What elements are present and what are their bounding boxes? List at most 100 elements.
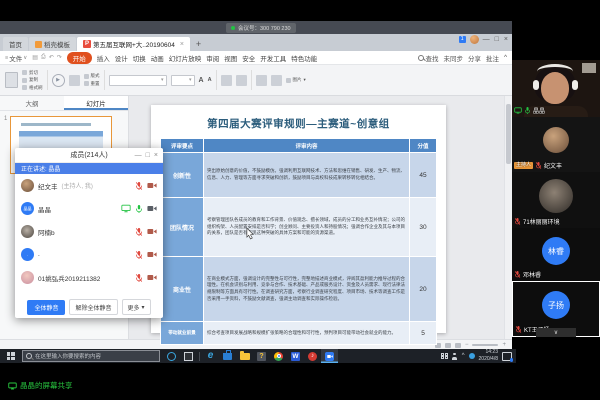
member-row[interactable]: 晶晶 晶晶: [15, 197, 163, 220]
new-tab-button[interactable]: +: [191, 37, 206, 51]
share-button[interactable]: 分享: [468, 53, 481, 63]
menu-transition[interactable]: 切换: [133, 53, 146, 63]
find-button[interactable]: 查找: [418, 53, 438, 63]
edge-button[interactable]: e: [202, 349, 219, 363]
screen-share-icon[interactable]: [121, 204, 131, 213]
menu-review[interactable]: 审阅: [206, 53, 219, 63]
menu-file[interactable]: ≡ 文件 ∨: [5, 53, 27, 63]
new-slide-icon[interactable]: [69, 75, 80, 86]
menu-view[interactable]: 视图: [224, 53, 237, 63]
menu-home[interactable]: 开始: [67, 52, 92, 64]
reset-button[interactable]: 重置: [84, 81, 100, 87]
file-explorer-button[interactable]: [236, 349, 253, 363]
camera-off-icon[interactable]: [147, 228, 157, 235]
menu-design[interactable]: 设计: [115, 53, 128, 63]
tray-expand-icon[interactable]: ^: [462, 353, 465, 359]
maximize-button[interactable]: □: [495, 36, 499, 43]
tab-document[interactable]: P 第五届互联网+大..20190604 ×: [77, 37, 190, 51]
tab-close-icon[interactable]: ×: [180, 41, 184, 48]
comment-button[interactable]: 批注: [486, 53, 499, 63]
music-app-button[interactable]: ♪: [304, 349, 321, 363]
video-tile[interactable]: 林睿 邓林睿: [512, 228, 600, 281]
member-row[interactable]: . .: [15, 243, 163, 266]
task-view-button[interactable]: [180, 349, 197, 363]
menu-slideshow[interactable]: 幻灯片放映: [169, 53, 202, 63]
print-icon[interactable]: ⎙: [41, 54, 46, 61]
format-painter-button[interactable]: 格式刷: [22, 85, 43, 91]
slide[interactable]: 第四届大赛评审规则—主赛道~创意组 评审要点 评审内容 分值 创新性 突出原始创…: [151, 105, 446, 333]
menu-insert[interactable]: 插入: [97, 53, 110, 63]
store-button[interactable]: [219, 349, 236, 363]
account-avatar[interactable]: [470, 35, 479, 44]
camera-icon[interactable]: [147, 205, 157, 212]
tab-home[interactable]: 首页: [3, 37, 28, 51]
zoom-in-icon[interactable]: +: [502, 342, 506, 348]
redo-icon[interactable]: ↷: [57, 54, 62, 61]
camera-off-icon[interactable]: [147, 274, 157, 281]
tray-grid-icon[interactable]: [441, 353, 448, 360]
minimize-button[interactable]: —: [135, 152, 142, 159]
zoom-slider[interactable]: [472, 344, 498, 346]
meeting-app-button[interactable]: [321, 349, 338, 363]
more-button[interactable]: 更多 ▾: [122, 299, 151, 315]
menu-security[interactable]: 安全: [242, 53, 255, 63]
video-tile[interactable]: 71林丽丽环境: [512, 172, 600, 228]
unmute-all-button[interactable]: 解除全体静音: [69, 299, 117, 315]
camera-off-icon[interactable]: [147, 182, 157, 189]
camera-off-icon[interactable]: [147, 251, 157, 258]
decrease-font-icon[interactable]: A: [208, 77, 212, 83]
collapse-ribbon-icon[interactable]: ^: [504, 54, 507, 61]
undo-icon[interactable]: ↶: [49, 54, 54, 61]
tab-docer[interactable]: 稻壳模板: [29, 37, 76, 51]
help-app-button[interactable]: ?: [253, 349, 270, 363]
video-tile-speaker[interactable]: 晶晶: [512, 60, 600, 117]
menu-devtools[interactable]: 开发工具: [260, 53, 286, 63]
view-slideshow-icon[interactable]: [455, 343, 461, 348]
member-row[interactable]: 01姚弘兵2019211382: [15, 266, 163, 289]
scrollbar-thumb[interactable]: [506, 104, 511, 164]
sync-status[interactable]: 未同步: [443, 53, 463, 63]
maximize-button[interactable]: □: [146, 152, 150, 159]
mic-muted-icon[interactable]: [135, 273, 143, 283]
tab-outline[interactable]: 大纲: [0, 96, 64, 110]
picture-button[interactable]: 图片 ▾: [286, 77, 306, 83]
copy-button[interactable]: 复制: [22, 77, 43, 83]
wps-taskbar-button[interactable]: W: [287, 349, 304, 363]
tab-slides[interactable]: 幻灯片: [64, 96, 128, 110]
tray-people-icon[interactable]: [452, 353, 458, 360]
close-button[interactable]: ×: [504, 36, 508, 43]
mic-muted-icon[interactable]: [135, 181, 143, 191]
text-tool-icon[interactable]: [256, 75, 267, 86]
menu-animation[interactable]: 动画: [151, 53, 164, 63]
zoom-out-icon[interactable]: −: [465, 342, 469, 348]
paste-icon[interactable]: [5, 72, 18, 88]
align-center-icon[interactable]: [236, 75, 247, 86]
action-center-icon[interactable]: [502, 352, 512, 361]
member-row[interactable]: 纪文丰 (主持人, 我): [15, 174, 163, 197]
close-button[interactable]: ×: [154, 152, 158, 159]
view-sorter-icon[interactable]: [445, 343, 451, 348]
start-button[interactable]: [2, 349, 19, 363]
meeting-id-pill[interactable]: 会议号：300 790 230: [226, 23, 296, 33]
mic-muted-icon[interactable]: [135, 227, 143, 237]
tray-app-icon[interactable]: [469, 353, 475, 359]
font-name-select[interactable]: ▾: [109, 75, 167, 86]
slideshow-play-icon[interactable]: ▶: [52, 74, 65, 87]
font-size-select[interactable]: ▾: [171, 75, 195, 86]
shape-icon[interactable]: [271, 75, 282, 86]
minimize-button[interactable]: —: [483, 36, 490, 43]
panel-collapse-button[interactable]: ∨: [536, 328, 576, 337]
member-row[interactable]: 阿楠b: [15, 220, 163, 243]
taskbar-clock[interactable]: 14:23 2020/4/8: [479, 349, 498, 363]
menu-features[interactable]: 特色功能: [291, 53, 317, 63]
align-left-icon[interactable]: [221, 75, 232, 86]
cortana-button[interactable]: [163, 349, 180, 363]
taskbar-search-input[interactable]: 在这里输入你要搜索的内容: [22, 350, 160, 362]
save-icon[interactable]: ▤: [32, 54, 38, 61]
video-tile-host[interactable]: 主持人 纪文丰: [512, 117, 600, 172]
vertical-scrollbar[interactable]: [504, 96, 512, 339]
increase-font-icon[interactable]: A: [199, 77, 204, 84]
notification-count-badge[interactable]: 1: [459, 36, 466, 43]
cut-button[interactable]: 剪切: [22, 70, 43, 76]
mic-on-icon[interactable]: [135, 204, 143, 214]
